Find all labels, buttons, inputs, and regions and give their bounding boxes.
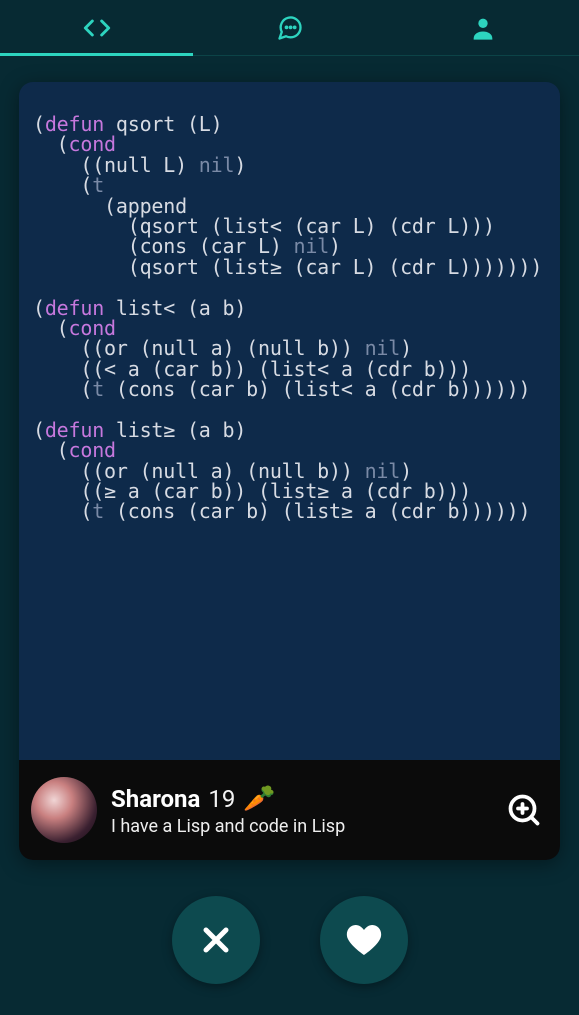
heart-icon: [344, 920, 384, 960]
profile-bio: I have a Lisp and code in Lisp: [111, 816, 506, 837]
profile-info-bar: Sharona 19 🥕 I have a Lisp and code in L…: [19, 760, 560, 860]
tab-profile[interactable]: [386, 0, 579, 55]
chat-icon: [276, 14, 304, 42]
close-icon: [196, 920, 236, 960]
profile-card[interactable]: (defun qsort (L) (cond ((null L) nil) (t…: [19, 82, 560, 860]
action-buttons: [0, 885, 579, 995]
expand-button[interactable]: [506, 792, 542, 828]
avatar[interactable]: [31, 777, 97, 843]
code-icon: [83, 14, 111, 42]
profile-emoji: 🥕: [243, 784, 275, 814]
profile-age: 19: [208, 785, 235, 813]
top-tabs: [0, 0, 579, 56]
code-block: (defun qsort (L) (cond ((null L) nil) (t…: [19, 82, 560, 536]
tab-chat[interactable]: [193, 0, 386, 55]
like-button[interactable]: [320, 896, 408, 984]
zoom-in-icon: [506, 792, 542, 828]
reject-button[interactable]: [172, 896, 260, 984]
profile-text: Sharona 19 🥕 I have a Lisp and code in L…: [111, 784, 506, 837]
tab-code[interactable]: [0, 0, 193, 55]
person-icon: [469, 14, 497, 42]
profile-name: Sharona: [111, 785, 200, 813]
